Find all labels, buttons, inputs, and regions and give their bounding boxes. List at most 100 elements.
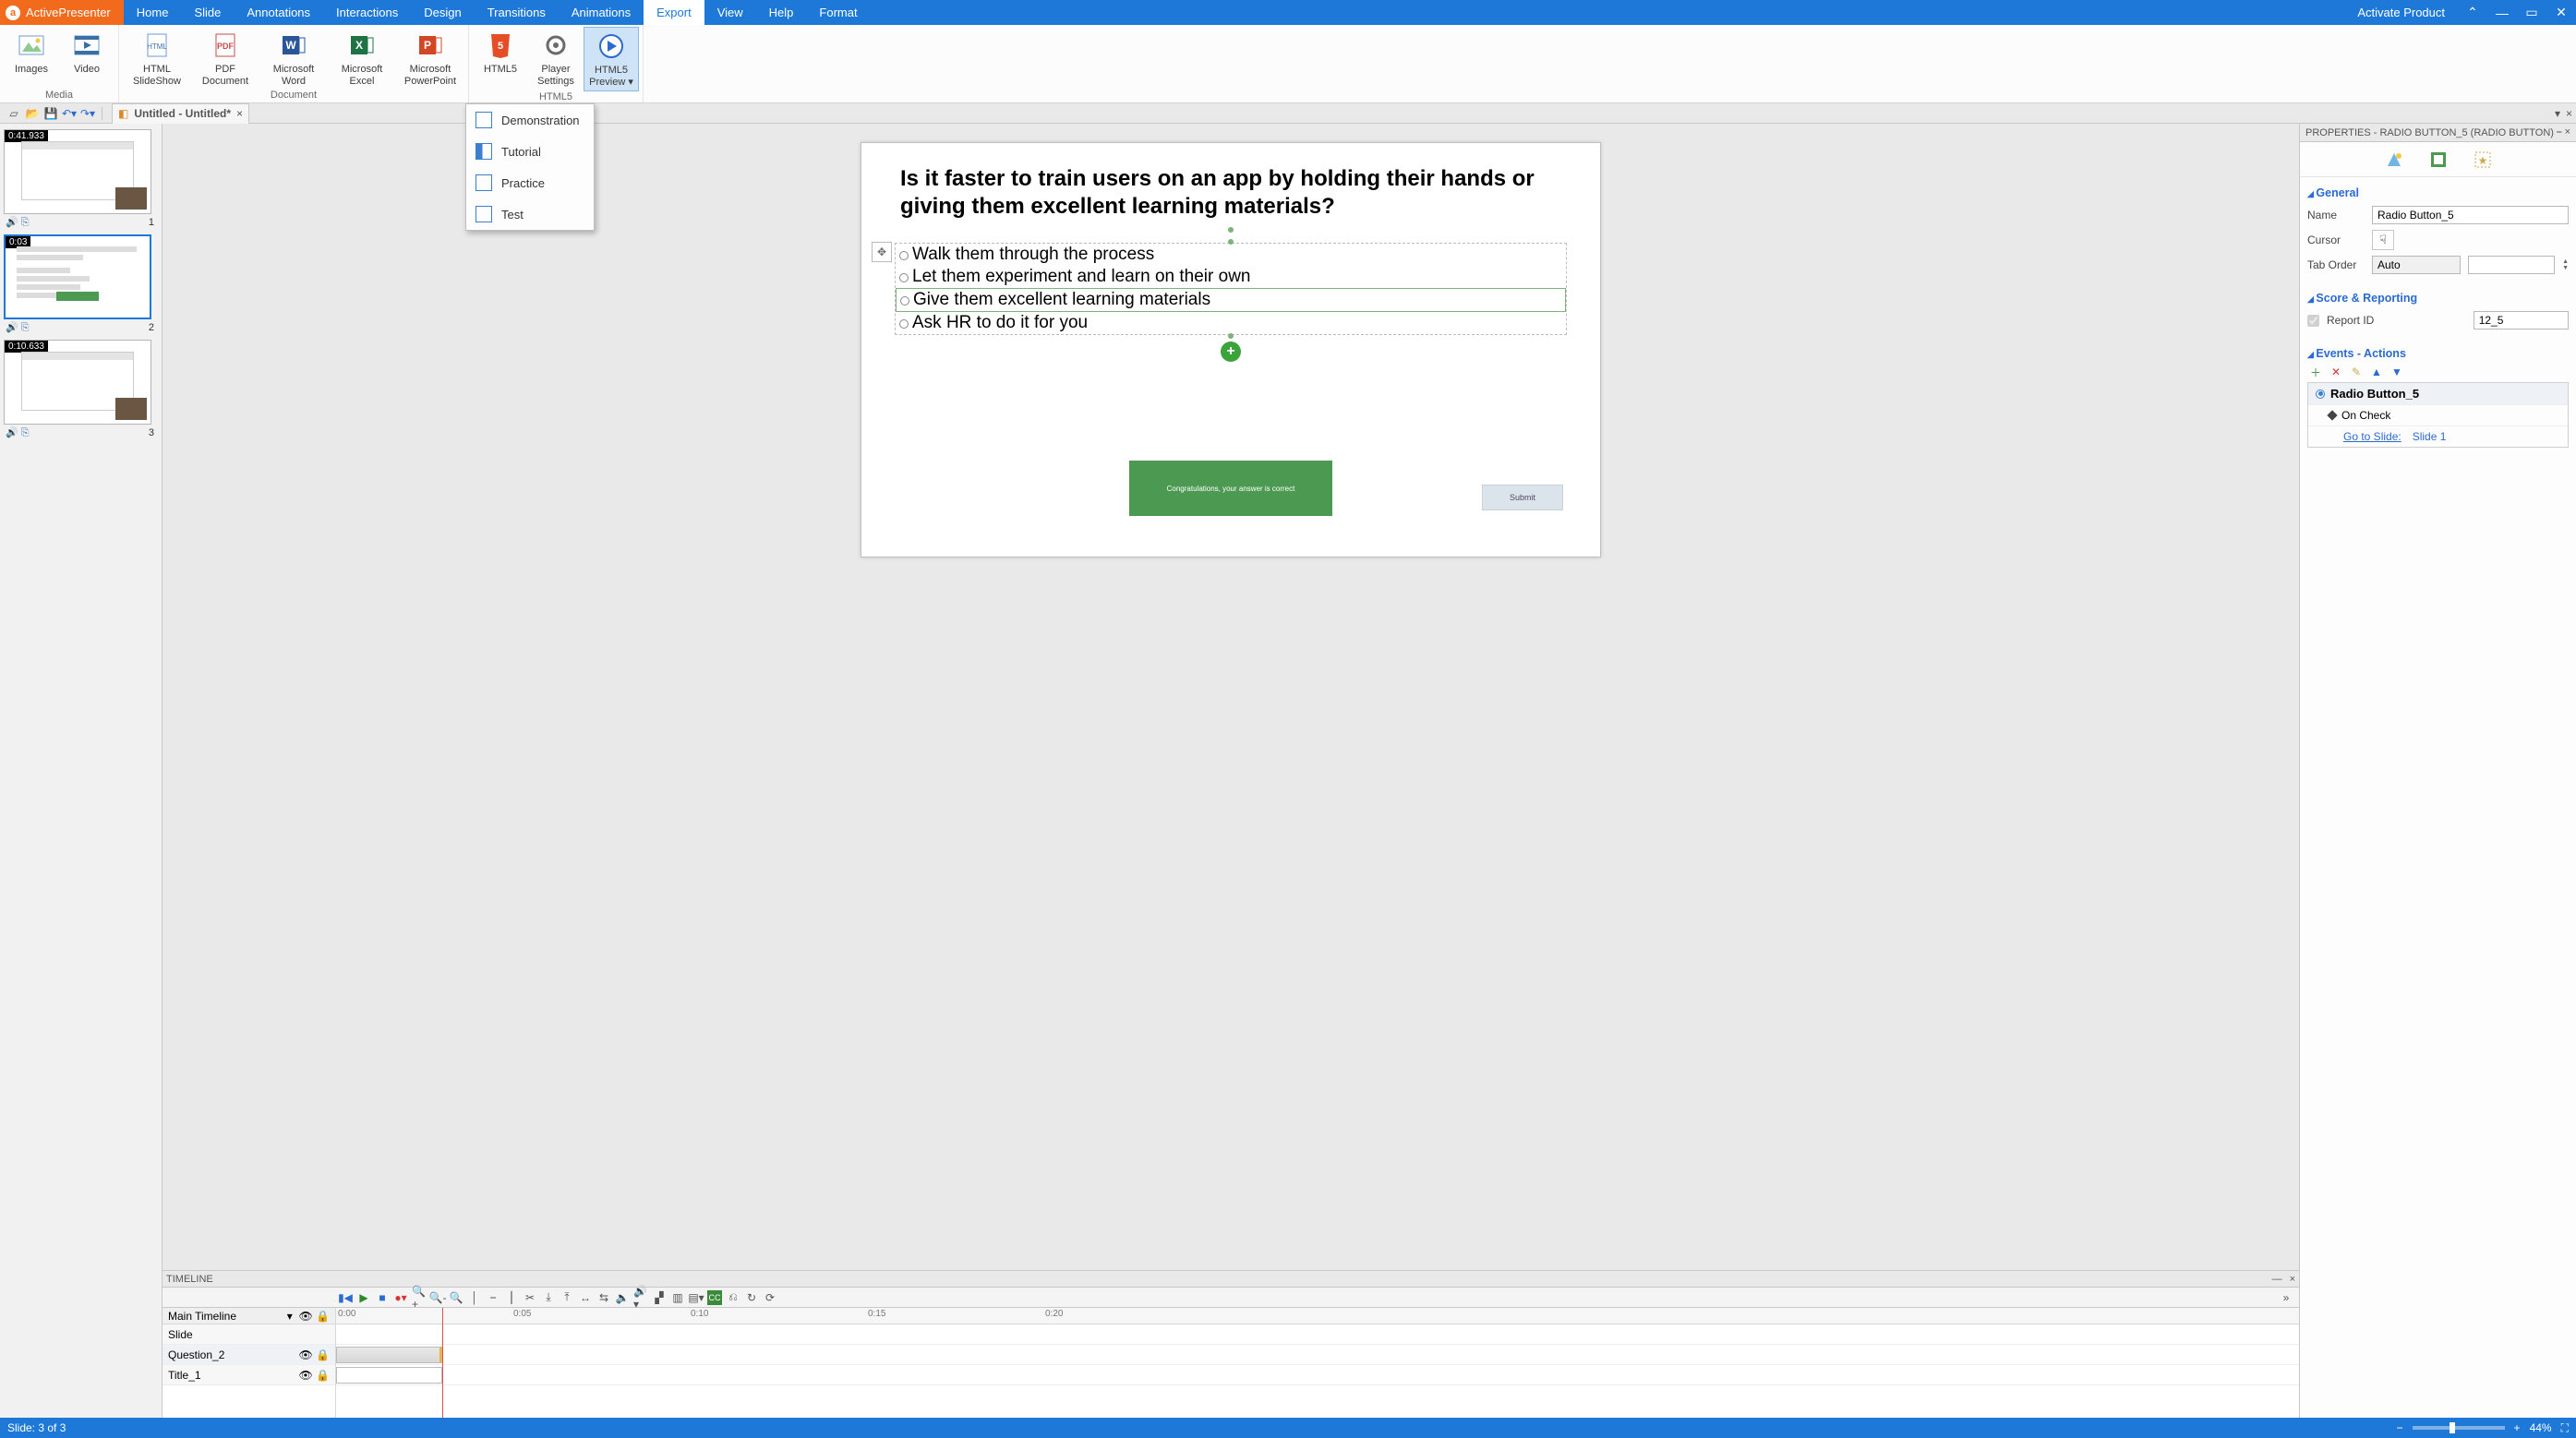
ev-add-icon[interactable]: ＋: [2309, 365, 2322, 378]
feedback-correct[interactable]: Congratulations, your answer is correct: [1129, 461, 1332, 516]
close-document-icon[interactable]: ×: [236, 107, 243, 120]
menu-help[interactable]: Help: [756, 0, 807, 25]
spinner-icon[interactable]: ▲▼: [2562, 258, 2569, 271]
menu-view[interactable]: View: [704, 0, 756, 25]
section-general[interactable]: General: [2307, 183, 2569, 203]
menu-slide[interactable]: Slide: [181, 0, 234, 25]
slide-canvas[interactable]: Is it faster to train users on an app by…: [861, 142, 1601, 557]
tl-rewind-icon[interactable]: ▮◀: [338, 1290, 353, 1305]
ev-del-icon[interactable]: ✕: [2329, 365, 2342, 378]
submit-button[interactable]: Submit: [1482, 485, 1563, 510]
menu-animations[interactable]: Animations: [559, 0, 644, 25]
timeline-playhead[interactable]: [442, 1308, 443, 1418]
tl-e-icon[interactable]: ⎌: [726, 1290, 740, 1305]
cursor-swatch[interactable]: ☟: [2372, 230, 2394, 250]
tl-cut-icon[interactable]: ✂: [523, 1290, 537, 1305]
window-maximize-icon[interactable]: ▭: [2517, 5, 2546, 20]
panel-close-icon[interactable]: ×: [2565, 126, 2570, 138]
tl-record-icon[interactable]: ●▾: [393, 1290, 408, 1305]
tl-bars-icon[interactable]: ▥: [670, 1290, 685, 1305]
tl-cc-icon[interactable]: CC: [707, 1290, 722, 1305]
timeline-track-slide[interactable]: [336, 1324, 2299, 1345]
input-name[interactable]: [2372, 206, 2569, 224]
tl-bars2-icon[interactable]: ▤▾: [689, 1290, 704, 1305]
event-action-target[interactable]: Slide 1: [2413, 430, 2447, 443]
ev-down-icon[interactable]: ▼: [2390, 365, 2403, 378]
answer-4[interactable]: Ask HR to do it for you: [896, 312, 1566, 334]
open-icon[interactable]: 📂: [24, 105, 41, 122]
document-tab[interactable]: ◧ Untitled - Untitled* ×: [112, 103, 249, 124]
zoom-in-icon[interactable]: +: [2514, 1421, 2521, 1434]
dropdown-practice[interactable]: Practice: [466, 167, 594, 198]
timeline-track-question[interactable]: [336, 1345, 2299, 1365]
tl-stop-icon[interactable]: ■: [375, 1290, 390, 1305]
ribbon-word[interactable]: W Microsoft Word: [259, 27, 328, 90]
panel-close-icon[interactable]: ×: [2566, 107, 2572, 120]
tl-vol2-icon[interactable]: 🔊▾: [633, 1290, 648, 1305]
dropdown-test[interactable]: Test: [466, 198, 594, 230]
ev-edit-icon[interactable]: ✎: [2350, 365, 2363, 378]
tl-vol-icon[interactable]: 🔈: [615, 1290, 630, 1305]
timeline-track-title[interactable]: [336, 1365, 2299, 1385]
input-taborder-num[interactable]: [2468, 256, 2555, 274]
menu-format[interactable]: Format: [806, 0, 870, 25]
prop-tab-style-icon[interactable]: [2384, 150, 2404, 170]
collapse-ribbon-icon[interactable]: ⌃: [2458, 5, 2487, 20]
question-title[interactable]: Is it faster to train users on an app by…: [900, 165, 1543, 221]
dropdown-tutorial[interactable]: Tutorial: [466, 136, 594, 167]
section-score[interactable]: Score & Reporting: [2307, 288, 2569, 308]
timeline-close-icon[interactable]: ×: [2290, 1274, 2295, 1285]
timeline-tracks[interactable]: 0:00 0:05 0:10 0:15 0:20: [336, 1308, 2299, 1418]
undo-icon[interactable]: ↶▾: [61, 105, 78, 122]
input-taborder-mode[interactable]: [2372, 256, 2461, 274]
prop-tab-audio-icon[interactable]: ★: [2473, 150, 2493, 170]
dropdown-demonstration[interactable]: Demonstration: [466, 104, 594, 136]
answer-1[interactable]: Walk them through the process: [896, 244, 1566, 266]
ribbon-html-slideshow[interactable]: HTML HTML SlideShow: [123, 27, 191, 90]
ribbon-excel[interactable]: X Microsoft Excel: [328, 27, 396, 90]
event-trigger[interactable]: On Check: [2308, 405, 2568, 426]
timeline-ruler[interactable]: 0:00 0:05 0:10 0:15 0:20: [336, 1308, 2299, 1324]
canvas-area[interactable]: Is it faster to train users on an app by…: [163, 124, 2299, 1270]
activate-product[interactable]: Activate Product: [2344, 6, 2458, 19]
add-answer-button[interactable]: +: [1221, 342, 1241, 362]
window-minimize-icon[interactable]: ―: [2487, 6, 2517, 20]
event-root[interactable]: Radio Button_5: [2308, 383, 2568, 405]
tl-zoomout-icon[interactable]: 🔍-: [430, 1290, 445, 1305]
event-action[interactable]: Go to Slide: Slide 1: [2308, 426, 2568, 447]
thumb-3[interactable]: 0:10.633 🔊 ⎘3: [4, 340, 158, 439]
ribbon-images[interactable]: Images: [4, 27, 59, 78]
menu-home[interactable]: Home: [124, 0, 182, 25]
answer-3-selected[interactable]: Give them excellent learning materials: [896, 288, 1566, 312]
tl-zoomfit-icon[interactable]: 🔍: [449, 1290, 463, 1305]
tl-split-icon[interactable]: ⎮: [504, 1290, 519, 1305]
save-icon[interactable]: 💾: [42, 105, 59, 122]
timeline-row-question[interactable]: Question_2👁 🔒: [163, 1345, 335, 1365]
ribbon-html5-preview[interactable]: HTML5 Preview ▾: [584, 27, 639, 91]
menu-annotations[interactable]: Annotations: [234, 0, 323, 25]
tl-g-icon[interactable]: ⟳: [763, 1290, 777, 1305]
tl-a-icon[interactable]: ⤓: [541, 1290, 556, 1305]
ribbon-player-settings[interactable]: Player Settings: [528, 27, 584, 90]
ribbon-video[interactable]: Video: [59, 27, 114, 78]
answers-group[interactable]: ✥ Walk them through the process Let them…: [895, 243, 1567, 335]
tl-chart-icon[interactable]: ▞: [652, 1290, 667, 1305]
new-icon[interactable]: ▱: [6, 105, 22, 122]
timeline-row-slide[interactable]: Slide: [163, 1324, 335, 1345]
ribbon-html5[interactable]: 5 HTML5: [473, 27, 528, 78]
redo-icon[interactable]: ↷▾: [79, 105, 96, 122]
panel-pin-icon[interactable]: ⎯: [2557, 126, 2562, 138]
window-close-icon[interactable]: ✕: [2546, 5, 2576, 20]
ribbon-pdf[interactable]: PDF PDF Document: [191, 27, 259, 90]
tl-b-icon[interactable]: ⤒: [560, 1290, 574, 1305]
menu-transitions[interactable]: Transitions: [475, 0, 559, 25]
menu-export[interactable]: Export: [644, 0, 704, 25]
section-events[interactable]: Events - Actions: [2307, 343, 2569, 364]
ev-up-icon[interactable]: ▲: [2370, 365, 2383, 378]
tl-snap-icon[interactable]: ⎯: [486, 1290, 500, 1305]
timeline-trackname-header[interactable]: Main Timeline ▾ 👁 🔒: [163, 1308, 335, 1324]
fit-screen-icon[interactable]: ⛶: [2561, 1421, 2569, 1435]
input-reportid[interactable]: [2474, 311, 2569, 330]
timeline-min-icon[interactable]: —: [2272, 1274, 2282, 1285]
zoom-slider[interactable]: [2413, 1426, 2505, 1430]
